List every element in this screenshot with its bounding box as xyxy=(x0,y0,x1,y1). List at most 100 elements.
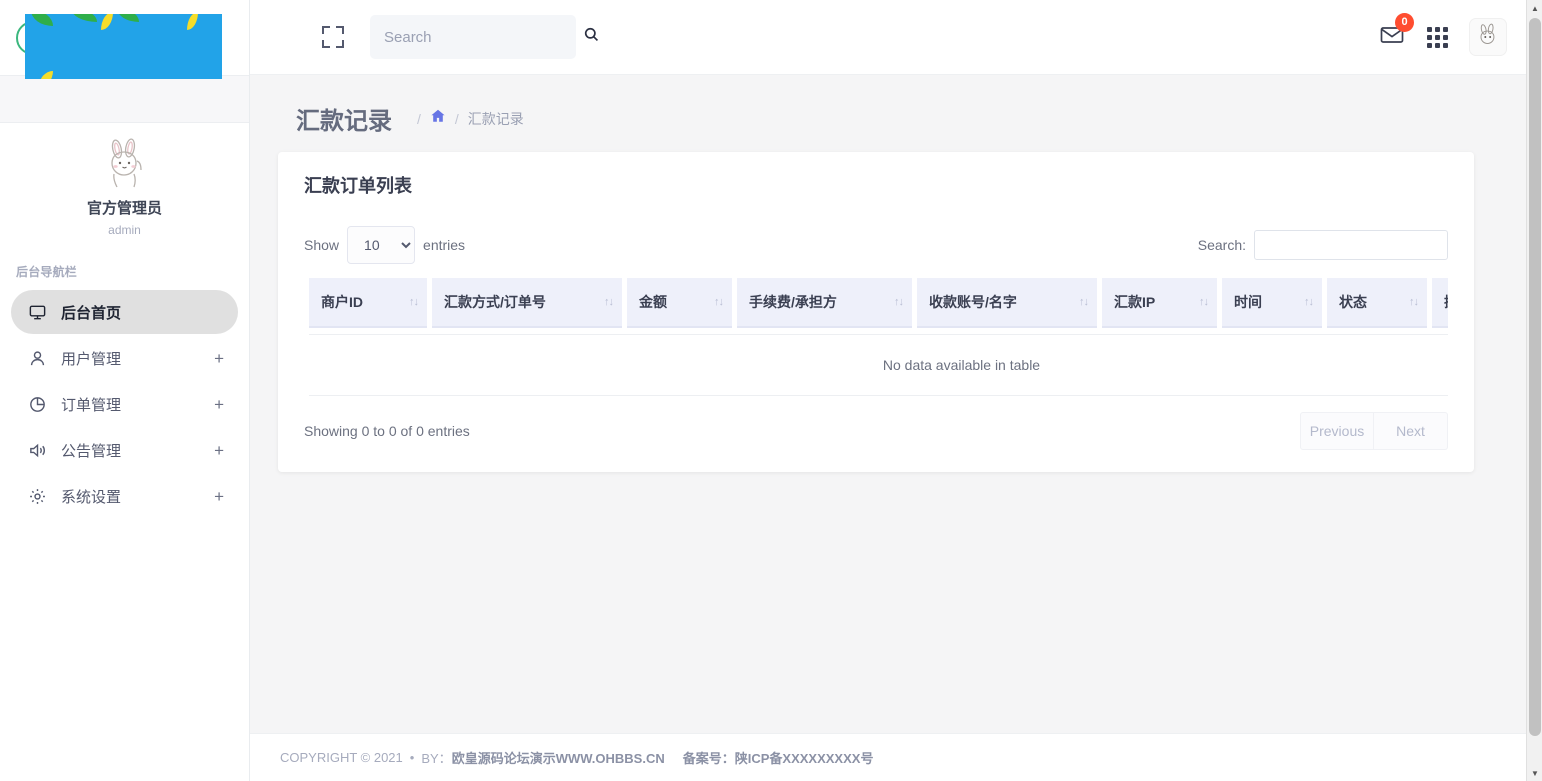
table-empty-row: No data available in table xyxy=(309,335,1448,396)
sort-updown-icon: ↑↓ xyxy=(409,296,418,308)
sidebar-item-label: 订单管理 xyxy=(61,394,214,415)
pagination: Previous Next xyxy=(1300,412,1448,450)
sidebar-item-settings[interactable]: 系统设置 + xyxy=(11,474,238,518)
breadcrumb-current: 汇款记录 xyxy=(468,109,524,129)
table-row-spacer-cell xyxy=(309,328,1448,335)
page-title: 汇款记录 xyxy=(296,101,392,136)
column-header-remit-ip[interactable]: 汇款IP ↑↓ xyxy=(1102,278,1217,328)
datatable-search: Search: xyxy=(1198,230,1448,260)
expand-plus-icon[interactable]: + xyxy=(214,442,224,459)
sidebar-item-dashboard[interactable]: 后台首页 xyxy=(11,290,238,334)
expand-plus-icon[interactable]: + xyxy=(214,350,224,367)
entries-label: entries xyxy=(423,237,465,253)
column-header-action[interactable]: 操作 ↑↓ xyxy=(1432,278,1448,328)
footer-dot: • xyxy=(410,750,415,765)
column-label: 手续费/承担方 xyxy=(749,294,837,310)
page-header: 汇款记录 / / 汇款记录 xyxy=(250,75,1526,152)
datatable-controls: Show 10 entries Search: xyxy=(304,214,1448,278)
hamburger-icon[interactable] xyxy=(278,32,300,42)
sort-updown-icon: ↑↓ xyxy=(1304,296,1313,308)
table-row-spacer xyxy=(309,328,1448,335)
column-label: 汇款方式/订单号 xyxy=(444,294,546,310)
search-input[interactable] xyxy=(384,29,583,46)
datatable-search-label: Search: xyxy=(1198,237,1246,253)
scroll-down-arrow[interactable]: ▼ xyxy=(1527,765,1542,781)
expand-plus-icon[interactable]: + xyxy=(214,488,224,505)
column-header-method-order-no[interactable]: 汇款方式/订单号 ↑↓ xyxy=(432,278,622,328)
brand-header[interactable]: 示 xyxy=(0,0,249,75)
user-icon xyxy=(28,349,50,368)
column-label: 汇款IP xyxy=(1114,294,1155,310)
monitor-icon xyxy=(28,303,50,322)
column-header-merchant-id[interactable]: 商户ID ↑↓ xyxy=(309,278,427,328)
pie-chart-icon xyxy=(28,395,50,414)
scroll-up-arrow[interactable]: ▲ xyxy=(1527,0,1542,16)
sidebar-item-announcements[interactable]: 公告管理 + xyxy=(11,428,238,472)
remittance-list-card: 汇款订单列表 Show 10 entries Search: xyxy=(278,152,1474,472)
column-header-amount[interactable]: 金额 ↑↓ xyxy=(627,278,732,328)
avatar[interactable] xyxy=(1470,19,1506,55)
sidebar-item-users[interactable]: 用户管理 + xyxy=(11,336,238,380)
sort-updown-icon: ↑↓ xyxy=(604,296,613,308)
topbar-search[interactable] xyxy=(370,15,576,59)
bunny-avatar xyxy=(99,137,151,189)
gear-icon xyxy=(28,487,50,506)
footer-copyright: COPYRIGHT © 2021 xyxy=(280,750,403,765)
scrollbar-thumb[interactable] xyxy=(1529,18,1541,736)
column-header-status[interactable]: 状态 ↑↓ xyxy=(1327,278,1427,328)
datatable-search-input[interactable] xyxy=(1254,230,1448,260)
megaphone-icon xyxy=(28,441,50,460)
breadcrumb-separator: / xyxy=(455,111,459,127)
nav-section-label: 后台导航栏 xyxy=(0,247,249,290)
breadcrumb: / / 汇款记录 xyxy=(408,108,524,129)
pagination-next[interactable]: Next xyxy=(1374,412,1448,450)
table-scroll-region[interactable]: 商户ID ↑↓ 汇款方式/订单号 ↑↓ 金额 ↑↓ xyxy=(304,278,1448,396)
topbar-actions: 0 xyxy=(1379,19,1506,55)
profile-role: admin xyxy=(0,223,249,237)
profile-name: 官方管理员 xyxy=(0,197,249,218)
column-label: 时间 xyxy=(1234,294,1262,310)
expand-icon[interactable] xyxy=(322,26,344,48)
sidebar-item-label: 公告管理 xyxy=(61,440,214,461)
table-empty-message: No data available in table xyxy=(309,335,1448,396)
envelope-icon[interactable]: 0 xyxy=(1379,22,1405,53)
sidebar-item-orders[interactable]: 订单管理 + xyxy=(11,382,238,426)
table-head: 商户ID ↑↓ 汇款方式/订单号 ↑↓ 金额 ↑↓ xyxy=(309,278,1448,328)
page-length-select[interactable]: 10 xyxy=(347,226,415,264)
apps-grid-icon[interactable] xyxy=(1427,27,1448,48)
sort-updown-icon: ↑↓ xyxy=(1199,296,1208,308)
home-icon[interactable] xyxy=(430,108,446,129)
show-label: Show xyxy=(304,237,339,253)
column-label: 状态 xyxy=(1339,294,1367,310)
browser-scrollbar[interactable]: ▲ ▼ xyxy=(1526,0,1542,781)
column-header-fee-bearer[interactable]: 手续费/承担方 ↑↓ xyxy=(737,278,912,328)
card-title: 汇款订单列表 xyxy=(304,172,1448,198)
datatable-footer: Showing 0 to 0 of 0 entries Previous Nex… xyxy=(304,396,1448,452)
main-content: 汇款记录 / / 汇款记录 汇款订单列表 Show xyxy=(250,75,1526,781)
column-header-time[interactable]: 时间 ↑↓ xyxy=(1222,278,1322,328)
card-body: Show 10 entries Search: xyxy=(278,214,1474,472)
table-body: No data available in table xyxy=(309,328,1448,396)
sidebar-divider xyxy=(0,75,249,123)
sidebar-profile[interactable]: 官方管理员 admin xyxy=(0,123,249,247)
sidebar: 示 xyxy=(0,0,250,781)
expand-plus-icon[interactable]: + xyxy=(214,396,224,413)
column-header-payee-account-name[interactable]: 收款账号/名字 ↑↓ xyxy=(917,278,1097,328)
mail-badge: 0 xyxy=(1395,13,1414,32)
sort-updown-icon: ↑↓ xyxy=(714,296,723,308)
sort-updown-icon: ↑↓ xyxy=(1079,296,1088,308)
sidebar-item-label: 后台首页 xyxy=(61,302,224,323)
column-label: 操作 xyxy=(1444,294,1448,310)
column-label: 金额 xyxy=(639,294,667,310)
pagination-previous[interactable]: Previous xyxy=(1300,412,1374,450)
remittance-table: 商户ID ↑↓ 汇款方式/订单号 ↑↓ 金额 ↑↓ xyxy=(304,278,1448,396)
footer-by-value: 欧皇源码论坛演示WWW.OHBBS.CN xyxy=(452,748,665,767)
column-label: 收款账号/名字 xyxy=(929,294,1017,310)
footer-icp: 备案号：陕ICP备XXXXXXXXX号 xyxy=(683,748,874,767)
card-header: 汇款订单列表 xyxy=(278,152,1474,214)
search-icon[interactable] xyxy=(583,26,600,48)
sidebar-item-label: 系统设置 xyxy=(61,486,214,507)
topbar: 0 xyxy=(250,0,1526,75)
sort-updown-icon: ↑↓ xyxy=(894,296,903,308)
column-label: 商户ID xyxy=(321,294,363,310)
